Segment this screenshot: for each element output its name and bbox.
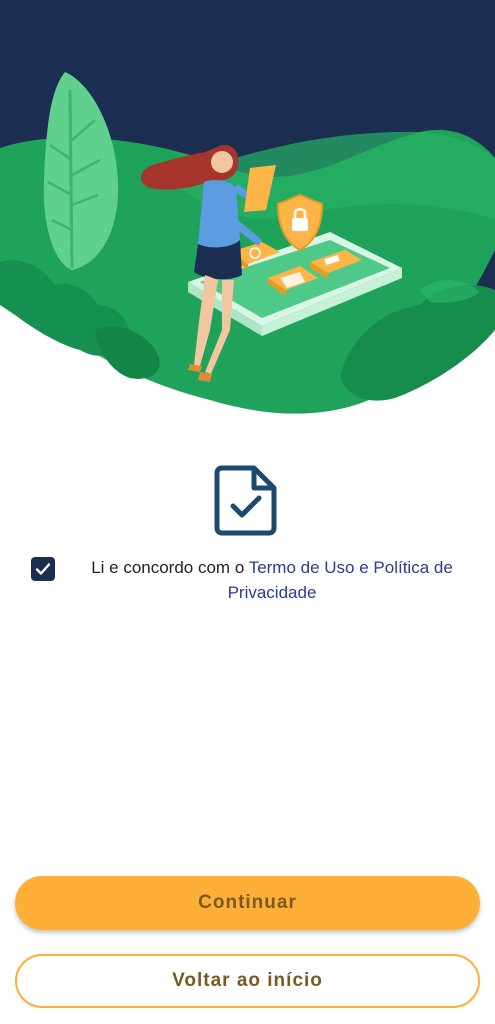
document-check-icon — [214, 464, 280, 536]
hero-illustration — [0, 0, 495, 430]
continue-button-label: Continuar — [198, 892, 297, 913]
terms-security-illustration — [0, 0, 495, 430]
privacy-link[interactable]: Privacidade — [228, 583, 317, 602]
terms-screen: Li e concordo com o Termo de Uso e Polít… — [0, 0, 495, 1024]
consent-label: Li e concordo com o Termo de Uso e Polít… — [73, 555, 471, 605]
back-to-start-label: Voltar ao início — [172, 970, 323, 991]
terms-consent: Li e concordo com o Termo de Uso e Polít… — [31, 555, 471, 605]
continue-button[interactable]: Continuar — [15, 876, 480, 930]
terms-link[interactable]: Termo de Uso e Política de — [249, 558, 453, 577]
terms-checkbox[interactable] — [31, 557, 55, 581]
back-to-start-button[interactable]: Voltar ao início — [15, 954, 480, 1008]
check-icon — [35, 563, 51, 575]
consent-prefix: Li e concordo com o — [91, 558, 249, 577]
